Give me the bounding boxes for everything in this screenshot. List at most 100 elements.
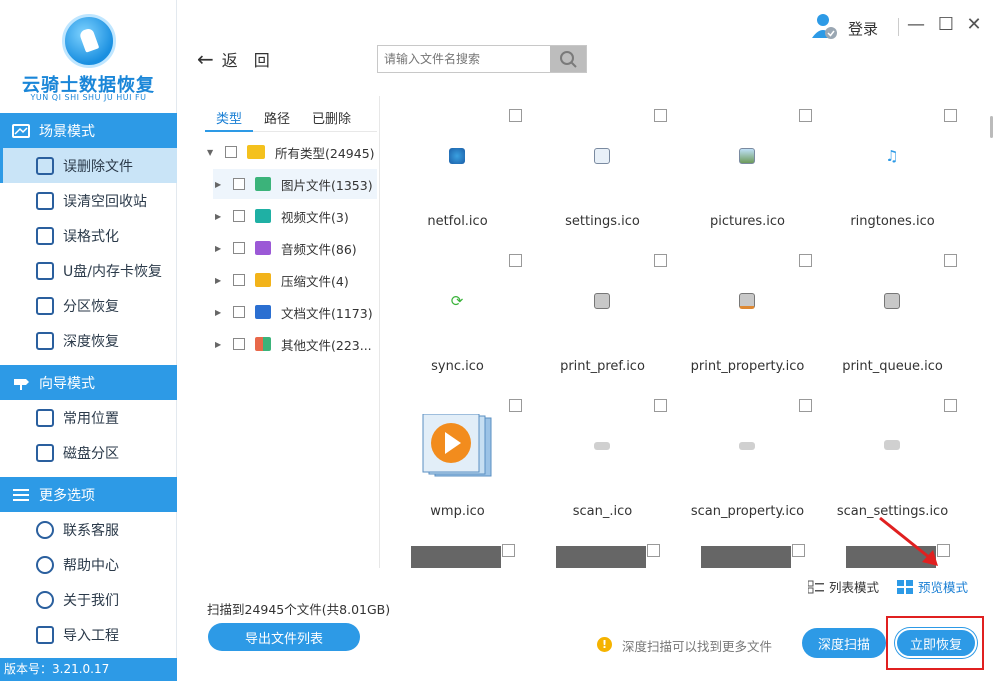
sidebar-item-common-locations[interactable]: 常用位置 (0, 400, 177, 435)
maximize-button[interactable]: ☐ (936, 14, 956, 35)
file-tile[interactable]: print_pref.ico (530, 241, 675, 386)
sidebar-item-label: 误删除文件 (63, 158, 133, 175)
checkbox[interactable] (233, 274, 245, 286)
login-button[interactable]: 登录 (848, 18, 878, 39)
file-name: print_pref.ico (560, 359, 645, 374)
expand-icon[interactable]: ▼ (207, 148, 219, 157)
checkbox[interactable] (799, 109, 812, 122)
sidebar-item-partition[interactable]: 分区恢复 (0, 288, 177, 323)
file-tile[interactable]: netfol.ico (385, 96, 530, 241)
expand-icon[interactable]: ▶ (215, 212, 227, 221)
close-button[interactable]: ✕ (964, 14, 984, 35)
expand-icon[interactable]: ▶ (215, 308, 227, 317)
tab-path[interactable]: 路径 (253, 96, 301, 132)
checkbox[interactable] (944, 109, 957, 122)
file-tile[interactable]: scan_.ico (530, 386, 675, 531)
tree-row-video[interactable]: ▶ 视频文件(3) (213, 201, 377, 231)
file-thumbnail[interactable] (411, 546, 501, 568)
tree-row-other[interactable]: ▶ 其他文件(223... (213, 329, 377, 359)
checkbox[interactable] (654, 109, 667, 122)
file-preview-grid: netfol.ico settings.ico pictures.ico ♫ ri… (380, 96, 992, 568)
checkbox[interactable] (509, 399, 522, 412)
sidebar-item-disk-partition[interactable]: 磁盘分区 (0, 435, 177, 470)
music-note-icon: ♫ (885, 147, 899, 165)
checkbox[interactable] (509, 254, 522, 267)
expand-icon[interactable]: ▶ (215, 340, 227, 349)
checkbox[interactable] (233, 306, 245, 318)
sidebar-item-help[interactable]: 帮助中心 (0, 547, 177, 582)
sidebar-item-label: 分区恢复 (63, 298, 119, 315)
checkbox[interactable] (792, 544, 805, 557)
file-tile[interactable]: ♫ ringtones.ico (820, 96, 965, 241)
expand-icon[interactable]: ▶ (215, 180, 227, 189)
checkbox[interactable] (647, 544, 660, 557)
sidebar-item-import[interactable]: 导入工程 (0, 617, 177, 652)
search-button[interactable] (550, 46, 586, 72)
section-wizard-mode: 向导模式 (0, 365, 177, 400)
checkbox[interactable] (502, 544, 515, 557)
tree-row-label: 视频文件(3) (281, 209, 349, 225)
checkbox[interactable] (233, 338, 245, 350)
preview-mode-button[interactable]: 预览模式 (897, 577, 968, 596)
file-tile[interactable]: ⟳ sync.ico (385, 241, 530, 386)
sidebar-item-label: 关于我们 (63, 592, 119, 609)
expand-icon[interactable]: ▶ (215, 244, 227, 253)
deleted-files-icon (36, 156, 54, 175)
tree-row-documents[interactable]: ▶ 文档文件(1173) (213, 297, 377, 327)
list-mode-button[interactable]: 列表模式 (808, 577, 879, 596)
archive-file-icon (255, 273, 271, 287)
sidebar-item-label: 误格式化 (63, 228, 119, 245)
file-tile[interactable]: scan_property.ico (675, 386, 820, 531)
tab-deleted[interactable]: 已删除 (301, 96, 362, 132)
checkbox[interactable] (509, 109, 522, 122)
minimize-button[interactable]: — (906, 14, 926, 35)
image-file-icon (255, 177, 271, 191)
search-box (377, 45, 587, 73)
file-name: scan_property.ico (690, 504, 805, 519)
file-tile[interactable]: print_queue.ico (820, 241, 965, 386)
sidebar-item-recycle-bin[interactable]: 误清空回收站 (0, 183, 177, 218)
tree-row-audio[interactable]: ▶ 音频文件(86) (213, 233, 377, 263)
checkbox[interactable] (799, 399, 812, 412)
sidebar-item-contact[interactable]: 联系客服 (0, 512, 177, 547)
file-name: print_queue.ico (842, 359, 943, 374)
sidebar-item-deep-recovery[interactable]: 深度恢复 (0, 323, 177, 358)
tree-row-all[interactable]: ▼ 所有类型(24945) (205, 137, 377, 167)
partition-icon (36, 296, 54, 315)
tab-type[interactable]: 类型 (205, 96, 254, 132)
deep-scan-button[interactable]: 深度扫描 (802, 628, 886, 658)
list-icon (808, 580, 824, 593)
checkbox[interactable] (799, 254, 812, 267)
sidebar-item-deleted-files[interactable]: 误删除文件 (0, 148, 177, 183)
expand-icon[interactable]: ▶ (215, 276, 227, 285)
checkbox[interactable] (225, 146, 237, 158)
file-tile[interactable]: scan_settings.ico (820, 386, 965, 531)
file-tile[interactable]: print_property.ico (675, 241, 820, 386)
sidebar-item-about[interactable]: 关于我们 (0, 582, 177, 617)
checkbox[interactable] (233, 210, 245, 222)
user-avatar-icon[interactable] (812, 12, 838, 40)
sidebar-item-format[interactable]: 误格式化 (0, 218, 177, 253)
export-list-button[interactable]: 导出文件列表 (208, 623, 360, 651)
back-button[interactable]: ← 返 回 (197, 47, 270, 71)
file-tile[interactable]: wmp.ico (385, 386, 530, 531)
help-icon (36, 555, 54, 574)
search-input[interactable] (378, 46, 551, 72)
file-thumbnail[interactable] (556, 546, 646, 568)
tree-row-images[interactable]: ▶ 图片文件(1353) (213, 169, 377, 199)
file-tile[interactable]: settings.ico (530, 96, 675, 241)
scrollbar[interactable] (990, 116, 993, 138)
checkbox[interactable] (233, 178, 245, 190)
checkbox[interactable] (233, 242, 245, 254)
checkbox[interactable] (654, 254, 667, 267)
file-tile[interactable]: pictures.ico (675, 96, 820, 241)
checkbox[interactable] (944, 254, 957, 267)
checkbox[interactable] (654, 399, 667, 412)
tree-row-archive[interactable]: ▶ 压缩文件(4) (213, 265, 377, 295)
checkbox[interactable] (944, 399, 957, 412)
sidebar-item-usb-card[interactable]: U盘/内存卡恢复 (0, 253, 177, 288)
settings-file-icon (594, 148, 610, 164)
sidebar: 云骑士数据恢复 YUN QI SHI SHU JU HUI FU 场景模式 误删… (0, 0, 177, 681)
version-label: 版本号：3.21.0.17 (0, 658, 177, 681)
file-thumbnail[interactable] (701, 546, 791, 568)
